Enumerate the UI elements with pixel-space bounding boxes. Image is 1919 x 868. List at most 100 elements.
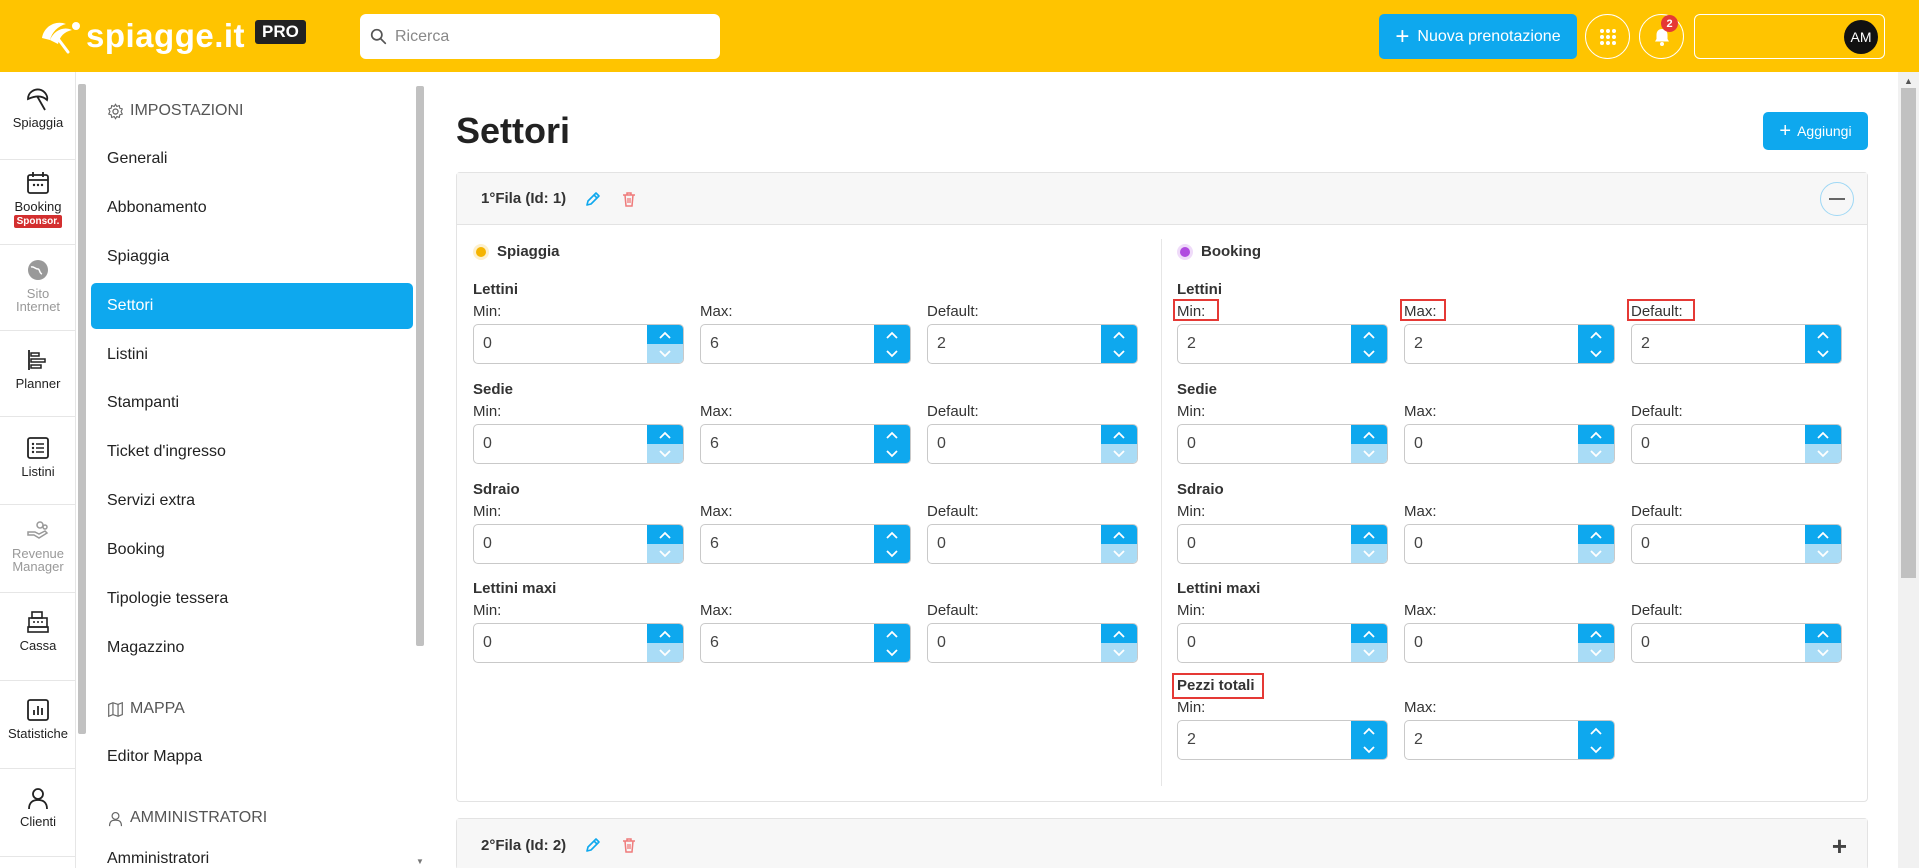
default-stepper[interactable]: 0 <box>927 424 1138 464</box>
min-value[interactable]: 2 <box>1178 325 1351 363</box>
nav-item-cassa[interactable]: Cassa <box>0 593 76 681</box>
trash-icon[interactable] <box>620 836 638 854</box>
chevron-down-icon[interactable] <box>647 444 683 463</box>
chevron-down-icon[interactable] <box>874 344 910 363</box>
default-stepper[interactable]: 0 <box>1631 623 1842 663</box>
menu-item-editor-mappa[interactable]: Editor Mappa <box>91 734 413 780</box>
min-stepper[interactable]: 0 <box>1177 424 1388 464</box>
search-input[interactable] <box>395 27 705 46</box>
default-stepper[interactable]: 0 <box>927 524 1138 564</box>
edit-icon[interactable] <box>584 190 602 208</box>
chevron-up-icon[interactable] <box>1805 325 1841 344</box>
default-value[interactable]: 2 <box>1632 325 1805 363</box>
max-stepper[interactable]: 6 <box>700 424 911 464</box>
default-stepper[interactable]: 0 <box>1631 424 1842 464</box>
chevron-down-icon[interactable] <box>1805 643 1841 662</box>
chevron-up-icon[interactable] <box>1805 624 1841 643</box>
menu-item-abbonamento[interactable]: Abbonamento <box>91 185 413 231</box>
min-stepper[interactable]: 0 <box>473 324 684 364</box>
chevron-down-icon[interactable] <box>1578 344 1614 363</box>
max-stepper[interactable]: 2 <box>1404 720 1615 760</box>
edit-icon[interactable] <box>584 836 602 854</box>
scroll-thumb[interactable] <box>416 86 424 646</box>
chevron-down-icon[interactable] <box>1351 444 1387 463</box>
min-stepper[interactable]: 0 <box>1177 623 1388 663</box>
nav-item-booking[interactable]: Booking Sponsor. <box>0 160 76 245</box>
search-box[interactable] <box>360 14 720 59</box>
chevron-up-icon[interactable] <box>1578 325 1614 344</box>
nav-item-sito-internet[interactable]: Sito Internet <box>0 245 76 331</box>
chevron-down-icon[interactable] <box>1101 444 1137 463</box>
menu-item-generali[interactable]: Generali <box>91 136 413 182</box>
notifications-button[interactable]: 2 <box>1639 14 1684 59</box>
chevron-up-icon[interactable] <box>647 325 683 344</box>
chevron-down-icon[interactable] <box>1351 344 1387 363</box>
chevron-down-icon[interactable] <box>1101 344 1137 363</box>
chevron-up-icon[interactable] <box>1805 425 1841 444</box>
menu-item-settori[interactable]: Settori <box>91 283 413 329</box>
chevron-up-icon[interactable] <box>1351 325 1387 344</box>
default-value[interactable]: 0 <box>1632 624 1805 662</box>
default-stepper[interactable]: 2 <box>1631 324 1842 364</box>
chevron-up-icon[interactable] <box>647 624 683 643</box>
chevron-up-icon[interactable] <box>1351 425 1387 444</box>
min-value[interactable]: 0 <box>1178 624 1351 662</box>
chevron-down-icon[interactable] <box>1578 444 1614 463</box>
menu-item-tipologie-tessera[interactable]: Tipologie tessera <box>91 576 413 622</box>
user-menu[interactable]: AM <box>1694 14 1885 59</box>
chevron-up-icon[interactable] <box>1351 624 1387 643</box>
sector-header[interactable]: 2°Fila (Id: 2) + <box>457 819 1867 868</box>
chevron-down-icon[interactable] <box>1578 544 1614 563</box>
max-value[interactable]: 6 <box>701 425 874 463</box>
chevron-down-icon[interactable] <box>1101 544 1137 563</box>
max-stepper[interactable]: 6 <box>700 324 911 364</box>
max-stepper[interactable]: 0 <box>1404 524 1615 564</box>
default-value[interactable]: 0 <box>928 425 1101 463</box>
menu-item-ticket-ingresso[interactable]: Ticket d'ingresso <box>91 429 413 475</box>
min-value[interactable]: 0 <box>1178 525 1351 563</box>
chevron-down-icon[interactable] <box>1351 643 1387 662</box>
collapse-button[interactable] <box>1820 182 1854 216</box>
max-value[interactable]: 0 <box>1405 525 1578 563</box>
max-stepper[interactable]: 6 <box>700 524 911 564</box>
chevron-up-icon[interactable] <box>1578 721 1614 740</box>
chevron-down-icon[interactable] <box>1805 344 1841 363</box>
chevron-up-icon[interactable] <box>874 325 910 344</box>
chevron-up-icon[interactable] <box>874 425 910 444</box>
nav-item-spiaggia[interactable]: Spiaggia <box>0 86 76 160</box>
expand-plus-icon[interactable]: + <box>1832 833 1847 859</box>
chevron-up-icon[interactable] <box>1578 525 1614 544</box>
min-stepper[interactable]: 0 <box>473 524 684 564</box>
default-value[interactable]: 0 <box>1632 525 1805 563</box>
chevron-down-icon[interactable] <box>647 544 683 563</box>
max-value[interactable]: 2 <box>1405 325 1578 363</box>
min-stepper[interactable]: 2 <box>1177 324 1388 364</box>
chevron-up-icon[interactable] <box>1351 721 1387 740</box>
nav-item-clienti[interactable]: Clienti <box>0 769 76 857</box>
chevron-up-icon[interactable] <box>647 525 683 544</box>
add-sector-button[interactable]: + Aggiungi <box>1763 112 1868 150</box>
default-stepper[interactable]: 0 <box>1631 524 1842 564</box>
max-stepper[interactable]: 0 <box>1404 424 1615 464</box>
sector-header[interactable]: 1°Fila (Id: 1) <box>457 173 1867 225</box>
chevron-up-icon[interactable] <box>1101 624 1137 643</box>
min-value[interactable]: 2 <box>1178 721 1351 759</box>
max-value[interactable]: 0 <box>1405 624 1578 662</box>
new-booking-button[interactable]: + Nuova prenotazione <box>1379 14 1577 59</box>
min-stepper[interactable]: 0 <box>473 424 684 464</box>
min-stepper[interactable]: 2 <box>1177 720 1388 760</box>
scroll-thumb[interactable] <box>78 84 86 734</box>
default-value[interactable]: 0 <box>1632 425 1805 463</box>
chevron-up-icon[interactable] <box>647 425 683 444</box>
menu-item-booking[interactable]: Booking <box>91 527 413 573</box>
min-stepper[interactable]: 0 <box>1177 524 1388 564</box>
chevron-up-icon[interactable] <box>874 624 910 643</box>
chevron-down-icon[interactable] <box>874 643 910 662</box>
nav-item-listini[interactable]: Listini <box>0 417 76 505</box>
min-value[interactable]: 0 <box>474 525 647 563</box>
apps-button[interactable] <box>1585 14 1630 59</box>
chevron-down-icon[interactable] <box>1805 544 1841 563</box>
min-value[interactable]: 0 <box>474 624 647 662</box>
scroll-down-icon[interactable]: ▼ <box>416 857 424 866</box>
default-stepper[interactable]: 2 <box>927 324 1138 364</box>
